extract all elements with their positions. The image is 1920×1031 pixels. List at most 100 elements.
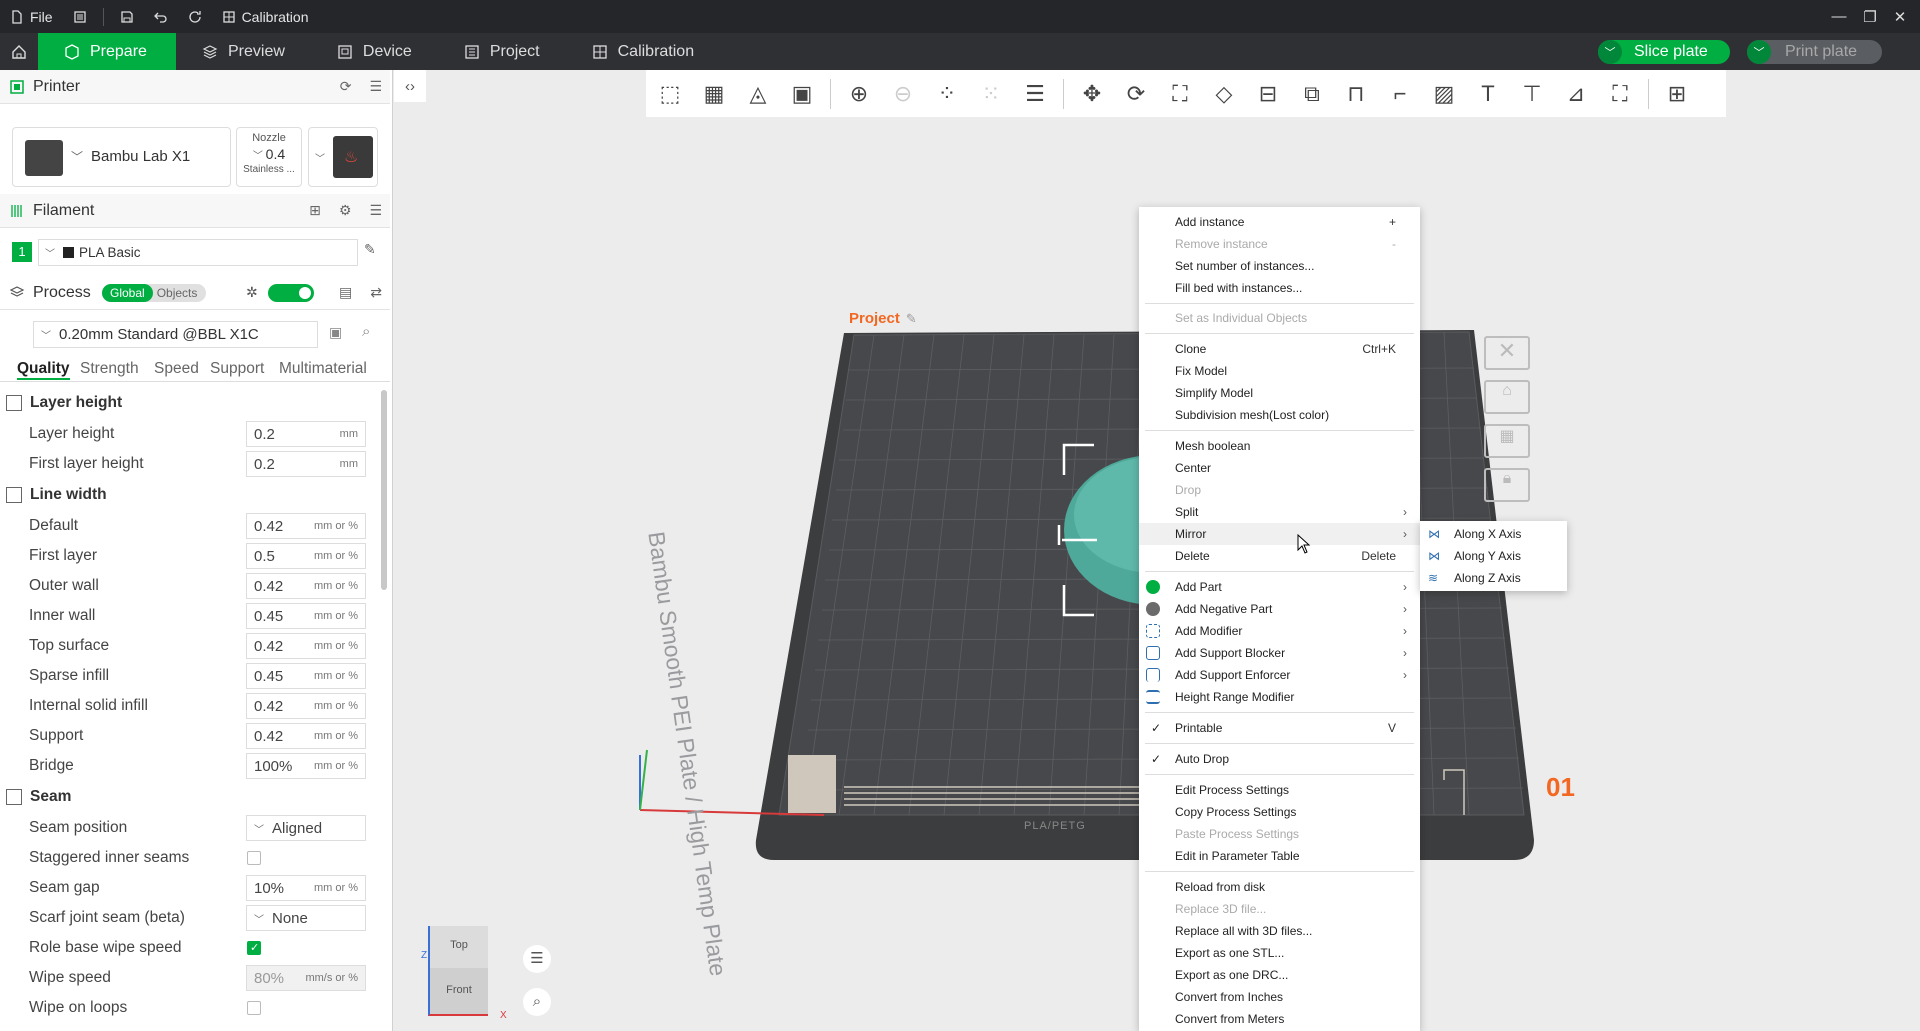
support-paint-icon[interactable]: ⊓ (1340, 78, 1372, 110)
scale-icon[interactable]: ⛶ (1164, 78, 1196, 110)
menu-item-remove-instance[interactable]: Remove instance - (1139, 233, 1420, 255)
slice-plate-button[interactable]: ﹀ Slice plate (1598, 40, 1730, 64)
view-cube[interactable]: Top Front (428, 926, 488, 1016)
convert-icon[interactable]: ⇄ (370, 284, 382, 301)
tab-project[interactable]: Project (438, 33, 566, 70)
sync-icon[interactable]: ⟳ (340, 78, 352, 95)
delete-plate-icon[interactable]: ✕ (1484, 336, 1530, 370)
menu-item-fix-model[interactable]: Fix Model (1139, 360, 1420, 382)
close-button[interactable]: ✕ (1880, 0, 1920, 33)
setting-input[interactable]: 0.42 mm or % (246, 513, 366, 539)
redo-button[interactable] (178, 0, 212, 33)
menu-item-center[interactable]: Center (1139, 457, 1420, 479)
file-menu[interactable]: File (0, 0, 63, 33)
menu-item-reload[interactable]: Reload from disk (1139, 876, 1420, 898)
filament-selector[interactable]: ﹀ PLA Basic (38, 239, 358, 266)
nozzle-selector[interactable]: Nozzle ﹀ 0.4 Stainless ... (236, 127, 302, 187)
auto-orient-icon[interactable]: ⌂ (1484, 380, 1530, 414)
print-plate-button[interactable]: ﹀ Print plate (1747, 40, 1882, 64)
setting-input[interactable]: 0.42 mm or % (246, 573, 366, 599)
add-object-icon[interactable]: ⬚ (654, 78, 686, 110)
menu-item-add-modifier[interactable]: Add Modifier › (1139, 620, 1420, 642)
wipe-loops-checkbox[interactable] (247, 1001, 261, 1015)
sidebar-scrollbar[interactable] (381, 390, 387, 590)
setting-input[interactable]: 80% mm/s or % (246, 965, 366, 991)
settings-sliders-icon[interactable]: ☰ (369, 202, 382, 219)
menu-item-convert-meters[interactable]: Convert from Meters (1139, 1008, 1420, 1030)
menu-item-fill-bed[interactable]: Fill bed with instances... (1139, 277, 1420, 299)
menu-item-mirror[interactable]: Mirror › (1139, 523, 1420, 545)
setting-input[interactable]: 0.42 mm or % (246, 693, 366, 719)
setting-input[interactable]: 0.5 mm or % (246, 543, 366, 569)
menu-item-height-range-modifier[interactable]: Height Range Modifier (1139, 686, 1420, 708)
menu-item-simplify[interactable]: Simplify Model (1139, 382, 1420, 404)
arrange-icon[interactable]: ▣ (786, 78, 818, 110)
scarf-seam-dropdown[interactable]: ﹀ None (246, 905, 366, 931)
seam-paint-icon[interactable]: ⌐ (1384, 78, 1416, 110)
svg-emboss-icon[interactable]: ⊤ (1516, 78, 1548, 110)
settings-sliders-icon[interactable]: ☰ (369, 78, 382, 95)
chevron-down-icon[interactable]: ﹀ (1747, 40, 1771, 64)
text-icon[interactable]: T (1472, 78, 1504, 110)
menu-item-drop[interactable]: Drop (1139, 479, 1420, 501)
menu-item-add-support-blocker[interactable]: Add Support Blocker › (1139, 642, 1420, 664)
color-paint-icon[interactable]: ▨ (1428, 78, 1460, 110)
arrange-icon[interactable]: ▦ (1484, 424, 1530, 458)
move-icon[interactable]: ✥ (1076, 78, 1108, 110)
menu-item-set-individual[interactable]: Set as Individual Objects (1139, 307, 1420, 329)
assembly-icon[interactable]: ⛶ (1604, 78, 1636, 110)
assembly-view-icon[interactable]: ⊞ (1661, 78, 1693, 110)
menu-item-set-instances[interactable]: Set number of instances... (1139, 255, 1420, 277)
hamburger-menu-button[interactable] (63, 0, 97, 33)
menu-item-auto-drop[interactable]: ✓ Auto Drop (1139, 748, 1420, 770)
tab-quality[interactable]: Quality (17, 360, 70, 380)
menu-item-mesh-boolean[interactable]: Mesh boolean (1139, 435, 1420, 457)
global-mode[interactable]: Global (102, 283, 153, 302)
cut-icon[interactable]: ⊟ (1252, 78, 1284, 110)
menu-item-edit-process[interactable]: Edit Process Settings (1139, 779, 1420, 801)
add-plate-icon[interactable]: ▦ (698, 78, 730, 110)
lay-on-face-icon[interactable]: ◇ (1208, 78, 1240, 110)
edit-icon[interactable]: ✎ (906, 311, 917, 327)
menu-item-replace-all[interactable]: Replace all with 3D files... (1139, 920, 1420, 942)
auto-orient-icon[interactable]: ◬ (742, 78, 774, 110)
remove-instance-icon[interactable]: ⊖ (887, 78, 919, 110)
undo-button[interactable] (144, 0, 178, 33)
submenu-item-along-y[interactable]: ⋈ Along Y Axis (1420, 545, 1567, 567)
split-objects-icon[interactable]: ⁘ (931, 78, 963, 110)
menu-item-export-drc[interactable]: Export as one DRC... (1139, 964, 1420, 986)
menu-item-add-part[interactable]: Add Part › (1139, 576, 1420, 598)
tab-strength[interactable]: Strength (80, 360, 139, 378)
chevron-down-icon[interactable]: ﹀ (1598, 40, 1622, 64)
plate-selector[interactable]: ﹀ ♨ (308, 127, 378, 187)
tab-support[interactable]: Support (210, 360, 264, 378)
setting-input[interactable]: 10% mm or % (246, 875, 366, 901)
printer-selector[interactable]: ﹀ Bambu Lab X1 (12, 127, 231, 187)
setting-input[interactable]: 0.2 mm (246, 451, 366, 477)
lock-icon[interactable]: 🔒︎ (1484, 468, 1530, 502)
menu-item-parameter-table[interactable]: Edit in Parameter Table (1139, 845, 1420, 867)
menu-item-add-instance[interactable]: Add instance + (1139, 211, 1420, 233)
add-filament-icon[interactable]: ⊞ (309, 202, 321, 219)
save-button[interactable] (110, 0, 144, 33)
filament-settings-icon[interactable]: ⚙ (339, 202, 352, 219)
menu-item-split[interactable]: Split › (1139, 501, 1420, 523)
view-menu-button[interactable]: ☰ (523, 945, 551, 973)
edit-filament-icon[interactable]: ✎ (364, 241, 376, 258)
setting-input[interactable]: 0.2 mm (246, 421, 366, 447)
menu-item-add-support-enforcer[interactable]: Add Support Enforcer › (1139, 664, 1420, 686)
menu-item-subdivision[interactable]: Subdivision mesh(Lost color) (1139, 404, 1420, 426)
split-parts-icon[interactable]: ⁙ (975, 78, 1007, 110)
layers-editing-icon[interactable]: ☰ (1019, 78, 1051, 110)
staggered-seams-checkbox[interactable] (247, 851, 261, 865)
setting-input[interactable]: 100% mm or % (246, 753, 366, 779)
menu-item-delete[interactable]: Delete Delete (1139, 545, 1420, 567)
mesh-boolean-icon[interactable]: ⧉ (1296, 78, 1328, 110)
save-preset-icon[interactable]: ▣ (329, 324, 342, 341)
menu-item-paste-process[interactable]: Paste Process Settings (1139, 823, 1420, 845)
view-cube-top[interactable]: Top (430, 926, 488, 968)
measure-icon[interactable]: ⊿ (1560, 78, 1592, 110)
setting-input[interactable]: 0.45 mm or % (246, 603, 366, 629)
menu-item-replace-3d[interactable]: Replace 3D file... (1139, 898, 1420, 920)
home-button[interactable] (0, 33, 38, 70)
